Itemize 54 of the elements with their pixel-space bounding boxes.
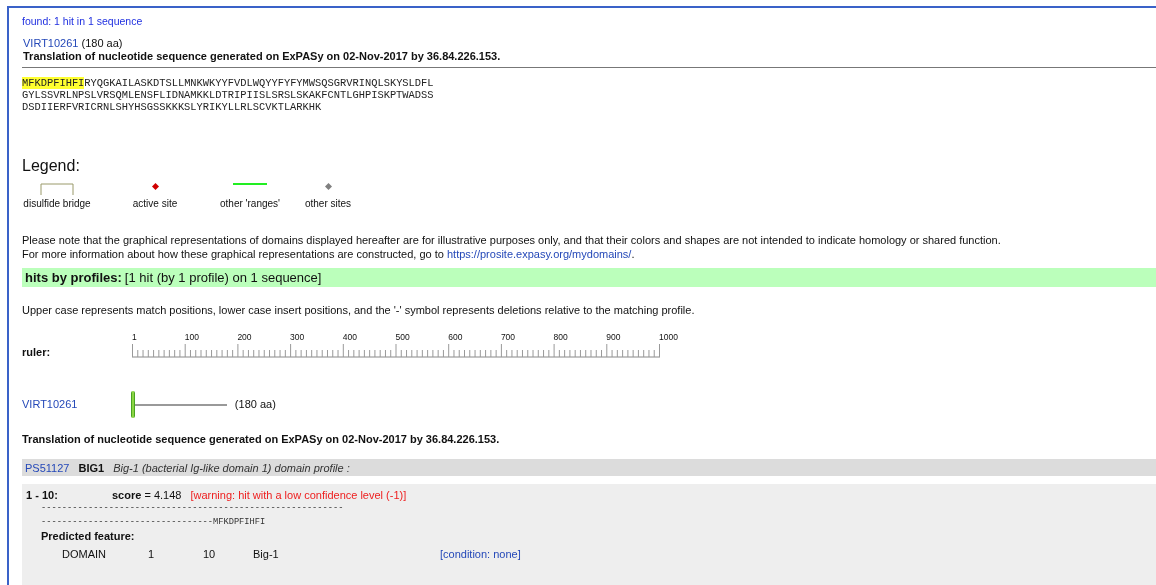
- hit-description: Translation of nucleotide sequence generated on ExPASy on 02-Nov-2017 by 36.84.226.153.: [22, 433, 501, 445]
- note-text: For more information about how these graphical representations are constructed, go to: [22, 247, 444, 261]
- sequence-line: GYLSSVRLNPSLVRSQMLENSFLIDNAMKKLDTRIPIISLSRSLSKAKFCNTLGHPISKPTWADSS: [22, 89, 435, 101]
- sequence-link[interactable]: VIRT10261: [22, 398, 132, 410]
- hits-summary: [1 hit (by 1 profile) on 1 sequence]: [124, 270, 322, 285]
- legend-label: other 'ranges': [220, 198, 280, 209]
- sequence-description: Translation of nucleotide sequence generated on ExPASy on 02-Nov-2017 by 36.84.226.153.: [23, 50, 502, 63]
- match-range: 1 - 10:: [26, 489, 59, 501]
- sequence-length: (180 aa): [234, 398, 276, 410]
- ruler-tick-label: 200: [237, 332, 252, 342]
- period-text: .: [631, 247, 635, 261]
- diamond-icon: [151, 183, 159, 190]
- sequence-link[interactable]: VIRT10261: [23, 37, 79, 50]
- ruler-tick-label: 400: [342, 332, 357, 342]
- feature-condition: [condition: none]: [440, 548, 521, 560]
- score-label: score: [112, 489, 142, 501]
- warning-text: [warning: hit with a low confidence level (-1)]: [190, 489, 407, 501]
- ruler-tick-label: 900: [606, 332, 621, 342]
- ruler-tick-label: 800: [553, 332, 568, 342]
- ruler-tick-label: 700: [500, 332, 516, 342]
- bridge-icon: [40, 183, 74, 195]
- ruler-label: ruler:: [22, 346, 52, 358]
- legend-label: disulfide bridge: [23, 198, 91, 209]
- feature-name: Big-1: [253, 548, 280, 560]
- hits-title: hits by profiles:: [25, 270, 122, 285]
- domain-marker: [131, 391, 135, 418]
- ruler-tick-label: 500: [395, 332, 410, 342]
- sequence-line: MFKDPFIHFIRYQGKAILASKDTSLLMNKWKYYFVDLWQYYFYFYMWSQSGRVRINQLSKYSLDFL: [22, 77, 435, 89]
- ruler-tick-label: 600: [448, 332, 463, 342]
- score-value: = 4.148: [144, 489, 182, 501]
- legend-title: Legend:: [22, 157, 81, 175]
- feature-start: 1: [148, 548, 156, 560]
- line-icon: [233, 183, 267, 185]
- profile-description: Big-1 (bacterial Ig-like domain 1) domain profile :: [113, 461, 350, 474]
- results-summary: found: 1 hit in 1 sequence: [22, 15, 143, 27]
- ruler-tick-label: 100: [184, 332, 199, 342]
- ruler-tick-label: 1000: [659, 332, 678, 342]
- case-note: Upper case represents match positions, lower case insert positions, and the '-' symbol represents deletions relative to the matching profile.: [22, 304, 696, 316]
- ruler-tick-label: 1: [132, 332, 137, 342]
- ruler-tick-label: 300: [290, 332, 305, 342]
- feature-type: DOMAIN: [62, 548, 107, 560]
- feature-title: Predicted feature:: [40, 530, 136, 542]
- profile-name: BIG1: [78, 461, 105, 474]
- note-text: Please note that the graphical representations of domains displayed hereafter are for illustrative purposes only, and that their colors and shapes are not intended to indicate homology or shared function.: [22, 234, 1002, 248]
- profile-link[interactable]: PS51127: [25, 461, 70, 474]
- alignment-line: ---------------------------------MFKDPFIHFI: [40, 516, 267, 529]
- sequence-length: (180 aa): [81, 37, 123, 50]
- sequence-line: DSDIIERFVRICRNLSHYHSGSSKKKSLYRIKYLLRLSCVKTLARKHK: [22, 101, 323, 113]
- mydomains-link[interactable]: https://prosite.expasy.org/mydomains/: [446, 247, 632, 261]
- legend-label: active site: [132, 198, 178, 209]
- diamond-icon: [324, 183, 332, 190]
- alignment-line: ----------------------------------------------------------: [40, 502, 345, 515]
- legend-label: other sites: [304, 198, 352, 209]
- feature-end: 10: [203, 548, 217, 560]
